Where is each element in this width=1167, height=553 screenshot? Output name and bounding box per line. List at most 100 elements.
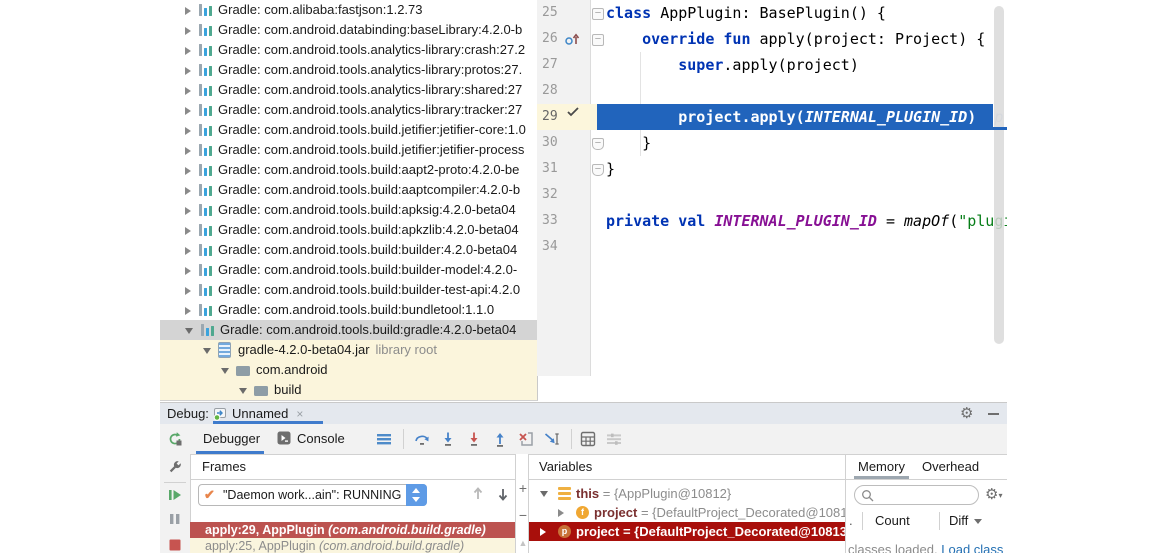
column-header-count[interactable]: Count bbox=[875, 510, 910, 532]
column-header-diff[interactable]: Diff bbox=[949, 510, 983, 532]
code-line: 30– } bbox=[537, 130, 1007, 156]
code-segment: super bbox=[678, 56, 724, 74]
chevron-down-icon[interactable] bbox=[239, 387, 247, 394]
chevron-right-icon[interactable] bbox=[185, 46, 191, 55]
chevron-right-icon[interactable] bbox=[185, 66, 191, 75]
run-to-cursor-icon[interactable] bbox=[544, 431, 560, 447]
force-step-into-icon[interactable] bbox=[466, 431, 482, 447]
variable-row[interactable]: p project = {DefaultProject_Decorated@108… bbox=[529, 522, 845, 541]
library-icon bbox=[198, 282, 213, 297]
chevron-down-icon[interactable] bbox=[203, 347, 211, 354]
variable-row[interactable]: this = {AppPlugin@10812} bbox=[529, 484, 845, 503]
close-icon[interactable]: × bbox=[296, 407, 303, 421]
tree-row[interactable]: Gradle: com.android.tools.build:gradle:4… bbox=[160, 320, 537, 340]
fold-marker-icon[interactable]: – bbox=[592, 138, 604, 150]
frame-row[interactable]: apply:29, AppPlugin (com.android.build.g… bbox=[190, 522, 515, 538]
evaluate-expression-icon[interactable] bbox=[580, 431, 596, 447]
tree-row[interactable]: gradle-4.2.0-beta04.jar library root bbox=[160, 340, 537, 360]
chevron-right-icon[interactable] bbox=[185, 166, 191, 175]
chevron-right-icon[interactable] bbox=[185, 206, 191, 215]
tree-row[interactable]: Gradle: com.android.tools.build.jetifier… bbox=[160, 120, 537, 140]
chevron-right-icon[interactable] bbox=[185, 266, 191, 275]
chevron-down-icon[interactable] bbox=[185, 327, 193, 334]
chevron-down-icon[interactable] bbox=[221, 367, 229, 374]
tree-row[interactable]: Gradle: com.android.tools.build:bundleto… bbox=[160, 300, 537, 320]
line-number[interactable]: 33 bbox=[537, 208, 586, 234]
chevron-right-icon[interactable] bbox=[185, 226, 191, 235]
tab-debugger[interactable]: Debugger bbox=[203, 424, 260, 454]
chevron-right-icon[interactable] bbox=[185, 306, 191, 315]
drop-frame-icon[interactable] bbox=[518, 431, 534, 447]
chevron-right-icon[interactable] bbox=[540, 528, 546, 536]
tree-row[interactable]: Gradle: com.android.tools.build:builder:… bbox=[160, 240, 537, 260]
tree-row[interactable]: Gradle: com.android.tools.analytics-libr… bbox=[160, 80, 537, 100]
fold-marker-icon[interactable]: – bbox=[592, 34, 604, 46]
variable-row[interactable]: f project = {DefaultProject_Decorated@108… bbox=[529, 503, 845, 522]
pause-button[interactable] bbox=[167, 511, 183, 527]
tree-row[interactable]: build bbox=[160, 380, 537, 400]
tree-row[interactable]: Gradle: com.android.tools.build:builder-… bbox=[160, 260, 537, 280]
chevron-right-icon[interactable] bbox=[185, 6, 191, 15]
code-editor[interactable]: 25– class AppPlugin: BasePlugin() {26– ov… bbox=[537, 0, 1007, 376]
tree-row[interactable]: Gradle: com.android.tools.analytics-libr… bbox=[160, 40, 537, 60]
chevron-right-icon[interactable] bbox=[185, 86, 191, 95]
tree-row[interactable]: Gradle: com.android.tools.analytics-libr… bbox=[160, 100, 537, 120]
chevron-right-icon[interactable] bbox=[558, 509, 564, 517]
frame-row[interactable]: apply:25, AppPlugin (com.android.build.g… bbox=[190, 538, 515, 553]
line-number[interactable]: 25 bbox=[537, 0, 586, 26]
next-frame-icon[interactable] bbox=[495, 486, 511, 502]
thread-selector-stepper[interactable] bbox=[406, 484, 427, 506]
remove-watch-button[interactable]: − bbox=[516, 508, 530, 522]
step-into-icon[interactable] bbox=[440, 431, 456, 447]
tree-row-label: Gradle: com.android.tools.build:apkzlib:… bbox=[218, 222, 519, 237]
line-number[interactable]: 30 bbox=[537, 130, 586, 156]
tree-row[interactable]: Gradle: com.android.tools.build:apkzlib:… bbox=[160, 220, 537, 240]
load-classes-link[interactable]: Load class bbox=[941, 542, 1003, 553]
line-number[interactable]: 34 bbox=[537, 234, 586, 260]
memory-search-box[interactable] bbox=[854, 485, 979, 505]
resume-button[interactable] bbox=[167, 487, 183, 503]
variable-value: {AppPlugin@10812} bbox=[613, 486, 732, 501]
rerun-icon[interactable] bbox=[167, 431, 183, 447]
previous-frame-icon[interactable] bbox=[470, 486, 486, 502]
chevron-down-icon[interactable] bbox=[540, 491, 548, 497]
tree-row[interactable]: Gradle: com.android.tools.analytics-libr… bbox=[160, 60, 537, 80]
tree-row[interactable]: Gradle: com.android.tools.build:aaptcomp… bbox=[160, 180, 537, 200]
tree-row[interactable]: com.android bbox=[160, 360, 537, 380]
scrollbar-current-line-mark[interactable] bbox=[990, 127, 1007, 130]
chevron-right-icon[interactable] bbox=[185, 106, 191, 115]
editor-scrollbar[interactable] bbox=[994, 6, 1004, 344]
add-watch-button[interactable]: + bbox=[516, 481, 530, 495]
line-number[interactable]: 27 bbox=[537, 52, 586, 78]
tree-row[interactable]: Gradle: com.android.tools.build:apksig:4… bbox=[160, 200, 537, 220]
chevron-right-icon[interactable] bbox=[185, 246, 191, 255]
thread-selector[interactable]: ✔ "Daemon work...ain": RUNNING bbox=[198, 484, 427, 506]
stop-button[interactable] bbox=[167, 537, 183, 553]
tree-row[interactable]: Gradle: com.android.tools.build:aapt2-pr… bbox=[160, 160, 537, 180]
chevron-right-icon[interactable] bbox=[185, 146, 191, 155]
settings-wrench-icon[interactable] bbox=[167, 459, 183, 475]
chevron-right-icon[interactable] bbox=[185, 186, 191, 195]
chevron-right-icon[interactable] bbox=[185, 286, 191, 295]
tab-console[interactable]: Console bbox=[277, 424, 345, 454]
code-segment: .apply(project) bbox=[723, 56, 859, 74]
chevron-right-icon[interactable] bbox=[185, 126, 191, 135]
memory-settings-gear-icon[interactable]: ⚙▾ bbox=[985, 487, 1002, 502]
step-over-icon[interactable] bbox=[414, 431, 430, 447]
line-number[interactable]: 32 bbox=[537, 182, 586, 208]
chevron-right-icon[interactable] bbox=[185, 26, 191, 35]
tree-row[interactable]: Gradle: com.android.databinding:baseLibr… bbox=[160, 20, 537, 40]
settings-gear-icon[interactable]: ⚙ bbox=[960, 406, 976, 422]
step-out-icon[interactable] bbox=[492, 431, 508, 447]
line-number[interactable]: 31 bbox=[537, 156, 586, 182]
hide-toolwindow-icon[interactable] bbox=[988, 413, 999, 415]
fold-marker-icon[interactable]: – bbox=[592, 8, 604, 20]
overrides-method-icon[interactable] bbox=[565, 32, 580, 47]
tree-row[interactable]: Gradle: com.android.tools.build.jetifier… bbox=[160, 140, 537, 160]
tree-row[interactable]: Gradle: com.alibaba:fastjson:1.2.73 bbox=[160, 0, 537, 20]
fold-marker-icon[interactable]: – bbox=[592, 164, 604, 176]
tree-row[interactable]: Gradle: com.android.tools.build:builder-… bbox=[160, 280, 537, 300]
memory-search-input[interactable] bbox=[879, 487, 975, 505]
hamburger-menu-icon[interactable] bbox=[376, 431, 392, 447]
line-number[interactable]: 28 bbox=[537, 78, 586, 104]
